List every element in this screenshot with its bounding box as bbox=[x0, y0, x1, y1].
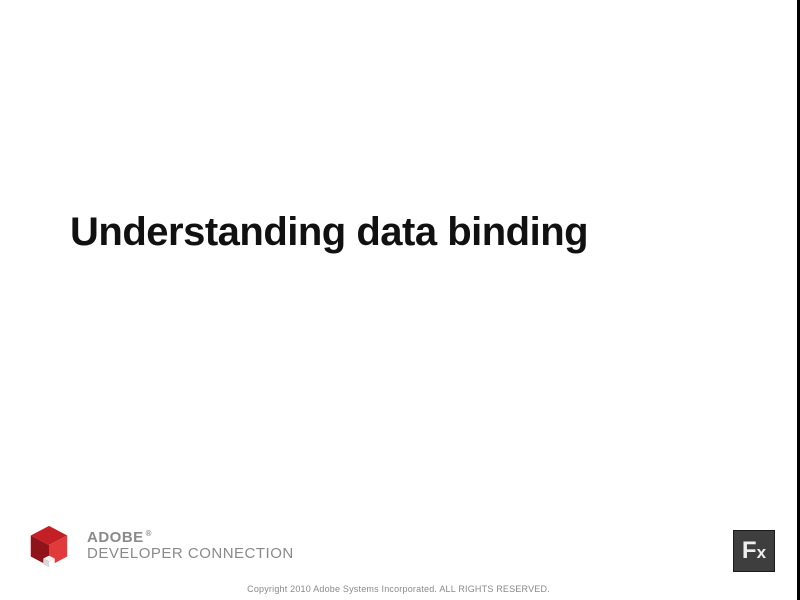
registered-mark: ® bbox=[146, 529, 152, 538]
brand-subtitle: DEVELOPER CONNECTION bbox=[87, 546, 294, 562]
brand-name: ADOBE bbox=[87, 529, 144, 546]
slide-title: Understanding data binding bbox=[70, 210, 588, 255]
flex-badge-label: Fx bbox=[742, 537, 766, 565]
adobe-logo-block: ADOBE® DEVELOPER CONNECTION bbox=[25, 522, 294, 570]
copyright-text: Copyright 2010 Adobe Systems Incorporate… bbox=[0, 584, 797, 594]
adobe-cube-icon bbox=[25, 522, 73, 570]
slide-footer: ADOBE® DEVELOPER CONNECTION Fx Copyright… bbox=[0, 505, 797, 600]
flex-badge: Fx bbox=[733, 530, 775, 572]
adobe-logo-text: ADOBE® DEVELOPER CONNECTION bbox=[87, 530, 294, 562]
slide: Understanding data binding ADOBE® bbox=[0, 0, 800, 600]
